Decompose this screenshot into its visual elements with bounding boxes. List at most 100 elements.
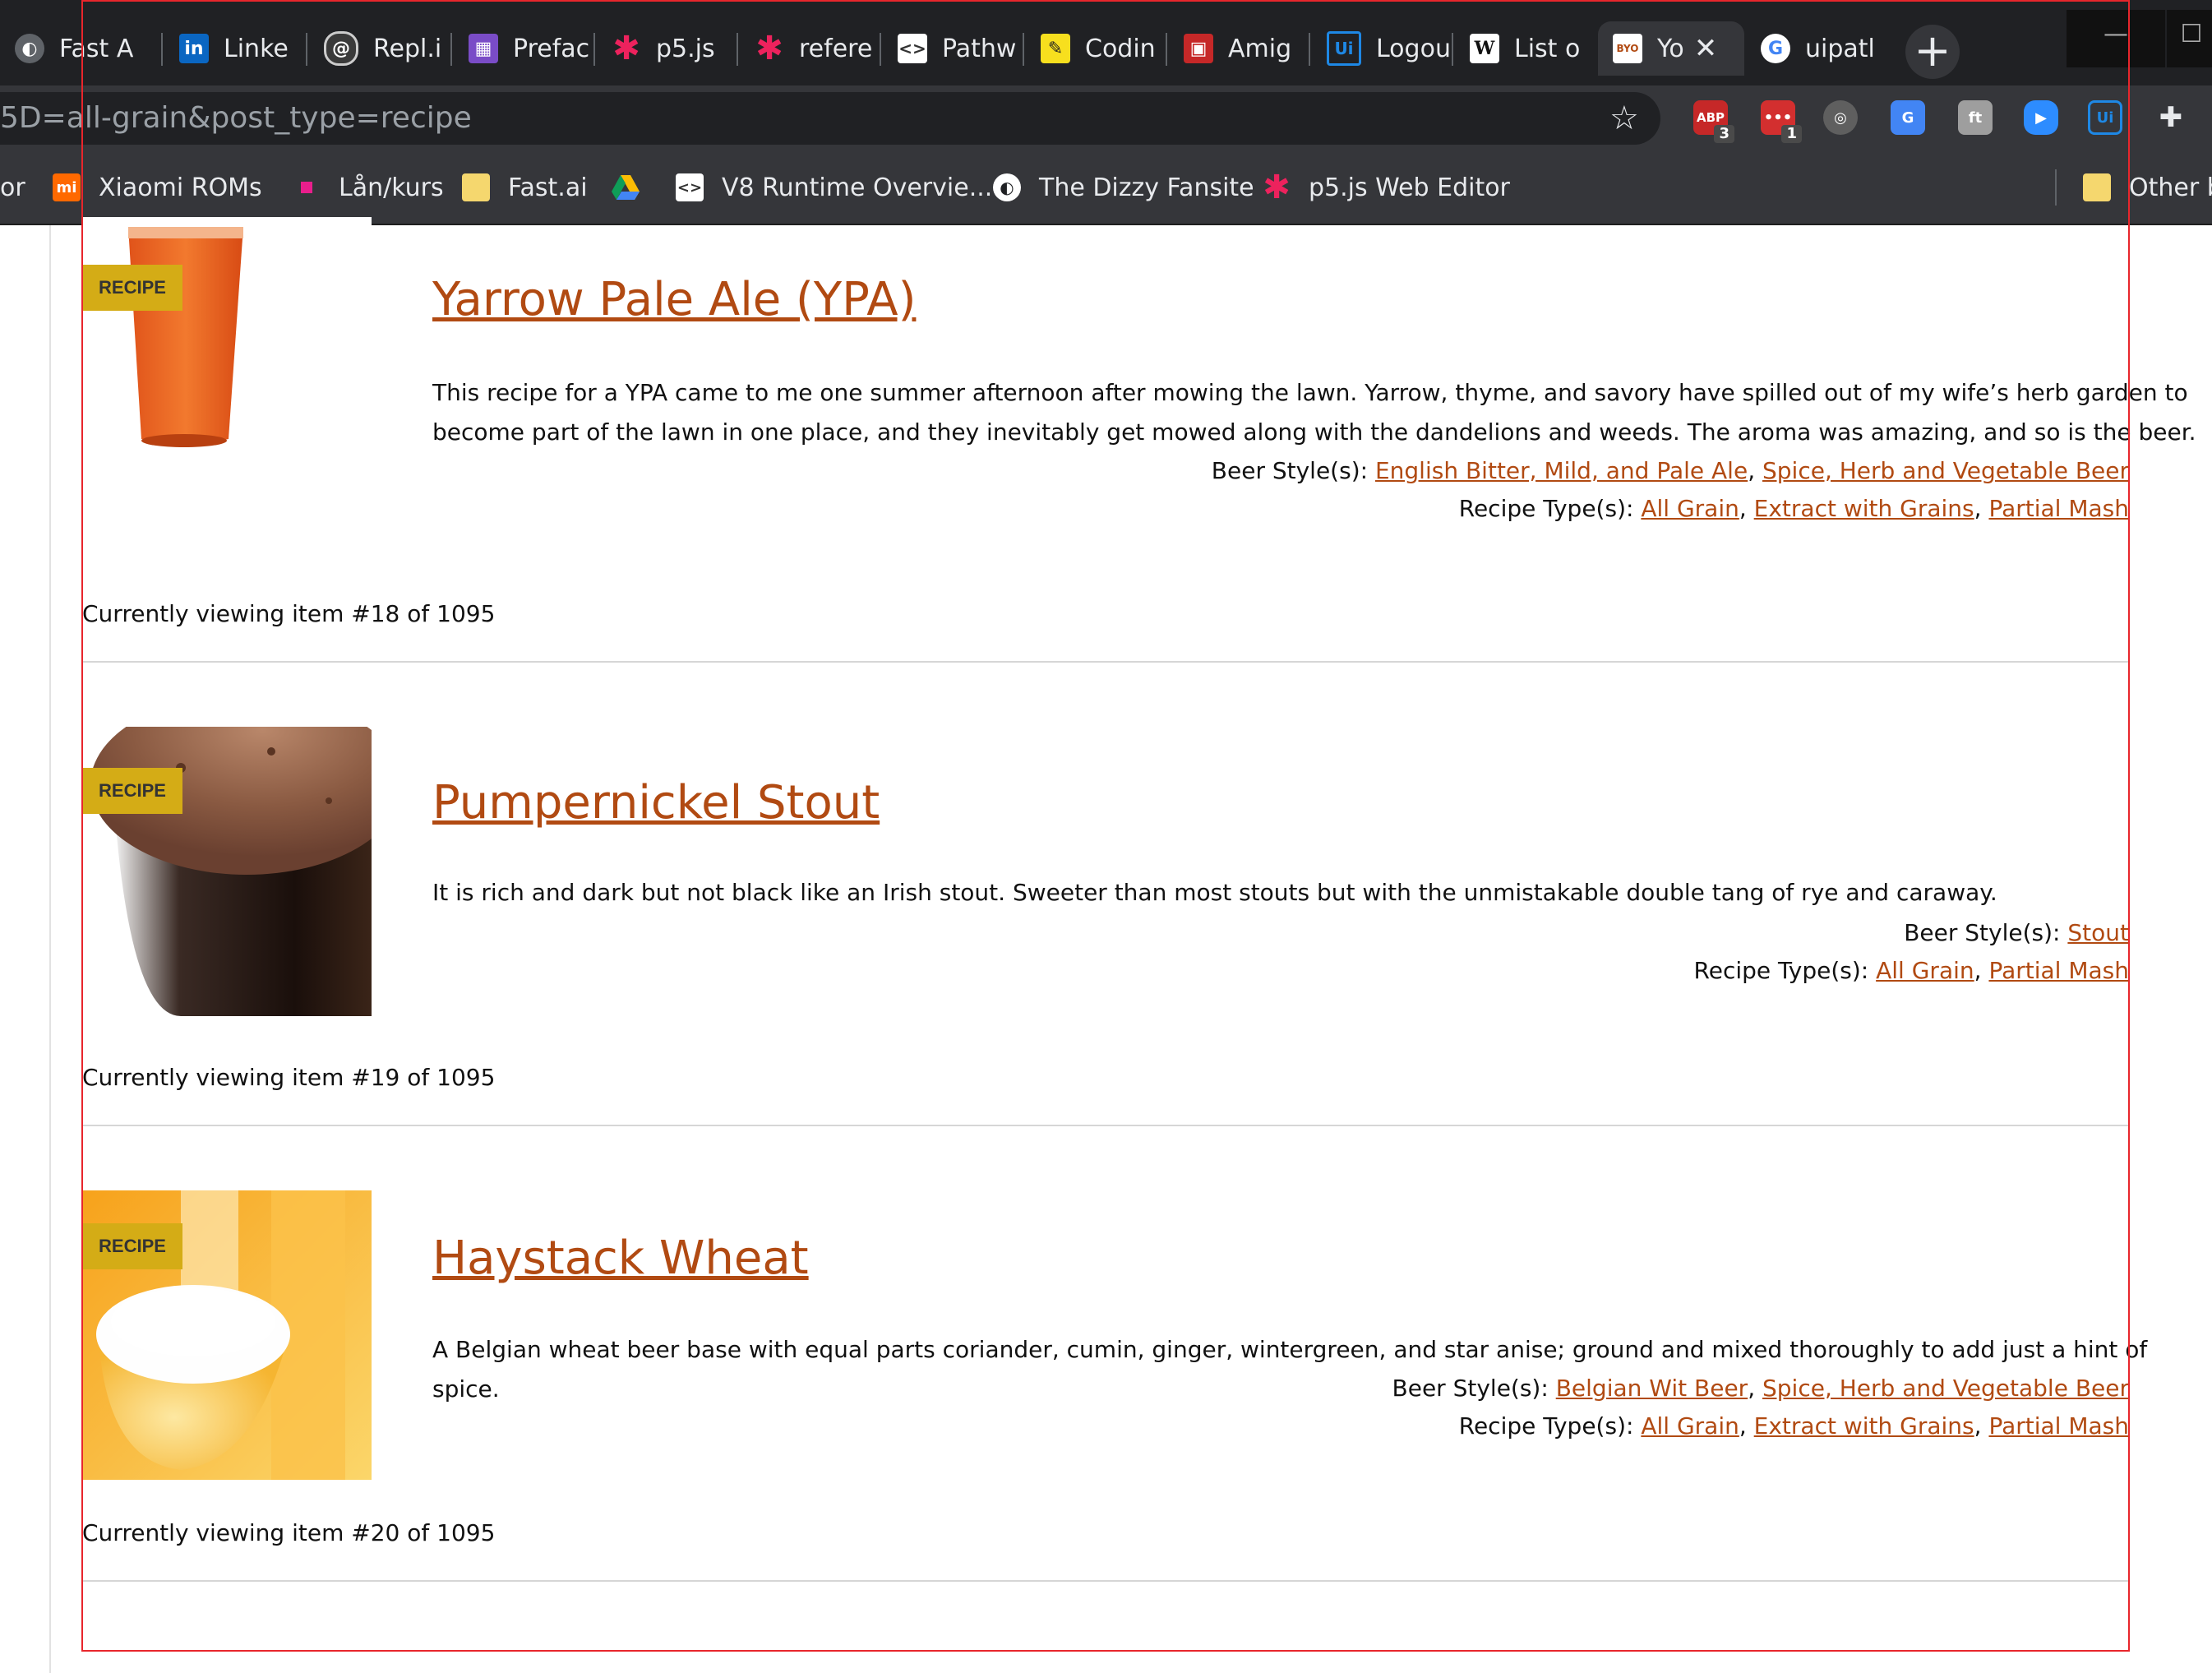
bookmark-item[interactable]: or [0,151,25,224]
tab-title: Pathw [942,34,1017,63]
beer-styles-label: Beer Style(s): [1904,919,2061,946]
bookmark-label: The Dizzy Fansite [1039,173,1254,202]
bookmark-label: p5.js Web Editor [1309,173,1510,202]
recipe-description: It is rich and dark but not black like a… [432,879,1997,906]
new-tab-button[interactable]: + [1905,25,1960,79]
divider [82,1580,2129,1582]
close-tab-icon[interactable]: ✕ [1694,32,1718,65]
address-bar-url: 5D=all-grain&post_type=recipe [0,101,472,135]
tab-title: List o [1514,34,1581,63]
tab-4[interactable]: ✱ p5.js [597,21,737,76]
recipe-type-link[interactable]: Extract with Grains [1754,495,1974,522]
p5js-icon: ✱ [755,30,783,67]
bookmark-label: Fast.ai [508,173,588,202]
bookmark-item[interactable]: ✱ p5.js Web Editor [1263,151,1510,224]
recipe-title-link[interactable]: Pumpernickel Stout [432,776,880,830]
recipe-types-line: Recipe Type(s): All Grain, Partial Mash [1693,957,2129,984]
tab-5[interactable]: ✱ refere [740,21,880,76]
recipe-title-link[interactable]: Haystack Wheat [432,1232,809,1285]
minimize-button[interactable]: — [2067,10,2165,67]
recipe-type-link[interactable]: Partial Mash [1988,495,2129,522]
tab-0[interactable]: ◐ Fast A [0,21,156,76]
bookmark-star-icon[interactable]: ☆ [1609,92,1639,145]
recipe-type-link[interactable]: All Grain [1876,957,1974,984]
beer-style-link[interactable]: English Bitter, Mild, and Pale Ale [1375,457,1748,484]
tab-title: Fast A [59,34,134,63]
bookmark-item[interactable]: Lån/kurs [293,151,444,224]
beer-styles-line: Beer Style(s): Stout [1904,914,2129,952]
replit-icon: @ [324,31,358,66]
recipe-type-link[interactable]: Partial Mash [1988,957,2129,984]
adblock-plus-icon[interactable]: ABP 3 [1693,100,1734,143]
address-bar[interactable]: 5D=all-grain&post_type=recipe ☆ [0,92,1660,145]
tab-3[interactable]: ▦ Prefac [454,21,593,76]
recipe-type-link[interactable]: All Grain [1641,1412,1739,1440]
divider [82,661,2129,663]
bookmark-label: or [0,173,25,202]
code-icon: <> [676,173,704,201]
font-icon[interactable]: ft [1958,100,1993,135]
zoom-icon[interactable]: ▶ [2024,100,2058,135]
beer-style-link[interactable]: Spice, Herb and Vegetable Beer [1762,1375,2129,1402]
recipe-types-line: Recipe Type(s): All Grain, Extract with … [1458,495,2129,522]
tab-8[interactable]: ▣ Amig [1169,21,1309,76]
tab-2[interactable]: @ Repl.i [309,21,449,76]
recipe-thumbnail[interactable] [82,217,372,455]
globe-icon: ◐ [15,34,44,63]
bookmark-label: Other b [2129,173,2212,202]
uipath-extension-icon[interactable]: Ui [2088,100,2122,135]
recipe-list: RECIPE Yarrow Pale Ale (YPA) This recipe… [0,0,2212,1673]
recipe-type-link[interactable]: Extract with Grains [1754,1412,1974,1440]
tab-12[interactable]: G uipatl [1746,21,1886,76]
beer-style-link[interactable]: Belgian Wit Beer [1556,1375,1748,1402]
tab-1[interactable]: in Linke [164,21,308,76]
extension-label: G [1901,109,1914,127]
tab-active[interactable]: BYO Yo ✕ [1598,21,1744,76]
extension-badge: 3 [1714,125,1734,143]
linkedin-icon: in [179,34,209,63]
recipe-title-link[interactable]: Yarrow Pale Ale (YPA) [432,273,916,326]
bookmark-item[interactable]: <> V8 Runtime Overvie... [676,151,992,224]
brewing-icon: BYO [1613,34,1642,63]
tab-title: Codin [1085,34,1156,63]
tab-6[interactable]: <> Pathw [883,21,1023,76]
tab-10[interactable]: W List o [1455,21,1595,76]
extension-label: ••• [1763,109,1793,127]
maximize-button[interactable]: ☐ [2167,10,2212,67]
code-icon: <> [898,34,927,63]
recipe-types-label: Recipe Type(s): [1458,1412,1634,1440]
other-bookmarks[interactable]: Other b [2083,151,2212,224]
bookmark-item[interactable]: mi Xiaomi ROMs [53,151,262,224]
chat-extension-icon[interactable]: ••• 1 [1761,100,1802,143]
viewing-counter: Currently viewing item #18 of 1095 [82,600,496,627]
google-translate-icon[interactable]: G [1891,100,1925,135]
bookmark-item[interactable]: ◐ The Dizzy Fansite [993,151,1254,224]
tab-title: Amig [1228,34,1292,63]
viewing-counter: Currently viewing item #19 of 1095 [82,1064,496,1091]
folder-icon [2083,173,2111,201]
recipe-description: This recipe for a YPA came to me one sum… [432,379,2196,446]
tab-strip: ◐ Fast A in Linke @ Repl.i ▦ Prefac ✱ p5… [0,0,2212,85]
wikipedia-icon: W [1470,34,1499,63]
preface-icon: ▦ [469,34,498,63]
uipath-icon: Ui [1327,31,1361,66]
beer-styles-line: Beer Style(s): English Bitter, Mild, and… [1211,457,2129,484]
bookmark-item[interactable]: Fast.ai [462,151,588,224]
beer-styles-label: Beer Style(s): [1211,457,1369,484]
recipe-entry: RECIPE Haystack Wheat A Belgian wheat be… [82,1190,2147,1626]
beer-style-link[interactable]: Spice, Herb and Vegetable Beer [1762,457,2129,484]
tab-7[interactable]: ✎ Codin [1026,21,1166,76]
tab-9[interactable]: Ui Logou [1312,21,1452,76]
recipe-type-link[interactable]: All Grain [1641,495,1739,522]
film-reel-icon[interactable]: ◎ [1823,100,1858,135]
puzzle-icon[interactable]: ✚ [2154,100,2188,135]
tab-title: Linke [224,34,289,63]
beer-style-link[interactable]: Stout [2067,919,2129,946]
google-icon: G [1761,34,1790,63]
xiaomi-icon: mi [53,173,81,201]
extension-badge: 1 [1781,125,1802,143]
divider [82,1125,2129,1126]
p5js-icon: ✱ [612,30,640,67]
bookmark-item[interactable] [612,151,658,224]
recipe-type-link[interactable]: Partial Mash [1988,1412,2129,1440]
